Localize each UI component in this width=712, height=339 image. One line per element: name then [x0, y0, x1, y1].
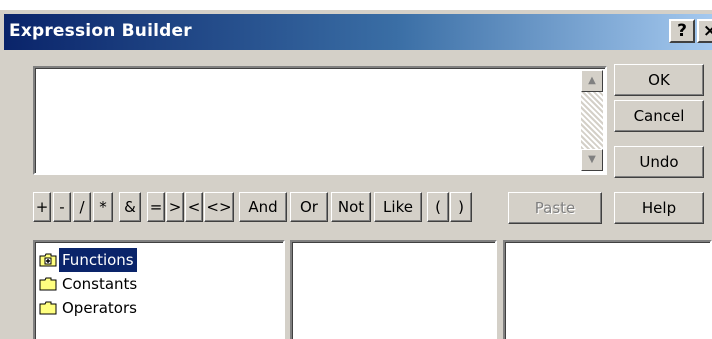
tree-item-functions[interactable]: Functions [39, 248, 137, 272]
op-minus-button[interactable]: - [53, 192, 71, 222]
op-multiply-button[interactable]: * [93, 192, 113, 222]
op-not-button[interactable]: Not [331, 192, 371, 222]
scroll-up-arrow-icon[interactable]: ▲ [581, 70, 603, 92]
subcategory-list[interactable] [290, 240, 497, 339]
category-tree[interactable]: Functions Constants Operators [33, 240, 285, 339]
op-equals-button[interactable]: = [147, 192, 165, 222]
folder-icon [39, 301, 57, 315]
title-bar[interactable]: Expression Builder ? × [4, 14, 712, 50]
op-not-equal-button[interactable]: <> [204, 192, 234, 222]
scroll-down-arrow-icon[interactable]: ▼ [581, 149, 603, 171]
tree-item-label: Functions [59, 248, 137, 272]
op-and-button[interactable]: And [239, 192, 287, 222]
help-button[interactable]: Help [614, 192, 704, 224]
paste-button[interactable]: Paste [508, 192, 602, 224]
op-less-button[interactable]: < [185, 192, 203, 222]
op-divide-button[interactable]: / [73, 192, 91, 222]
tree-item-constants[interactable]: Constants [39, 272, 140, 296]
op-concat-button[interactable]: & [119, 192, 141, 222]
close-title-button[interactable]: × [697, 19, 712, 43]
ok-button[interactable]: OK [614, 64, 704, 96]
op-greater-button[interactable]: > [166, 192, 184, 222]
help-title-button[interactable]: ? [669, 19, 695, 43]
cancel-button[interactable]: Cancel [614, 100, 704, 132]
op-close-paren-button[interactable]: ) [450, 192, 472, 222]
tree-item-label: Operators [62, 299, 137, 317]
tree-item-label: Constants [62, 275, 138, 293]
window-title: Expression Builder [9, 21, 192, 41]
op-open-paren-button[interactable]: ( [427, 192, 449, 222]
expression-textarea[interactable]: ▲ ▼ [33, 66, 607, 175]
undo-button[interactable]: Undo [614, 146, 704, 178]
folder-plus-icon [39, 253, 57, 267]
op-or-button[interactable]: Or [290, 192, 328, 222]
expression-builder-dialog: Expression Builder ? × ▲ ▼ OK Cancel Und… [0, 8, 712, 339]
expression-scrollbar[interactable]: ▲ ▼ [581, 70, 603, 171]
tree-item-operators[interactable]: Operators [39, 296, 140, 320]
op-plus-button[interactable]: + [33, 192, 51, 222]
folder-icon [39, 277, 57, 291]
op-like-button[interactable]: Like [374, 192, 422, 222]
element-list[interactable] [503, 240, 712, 339]
